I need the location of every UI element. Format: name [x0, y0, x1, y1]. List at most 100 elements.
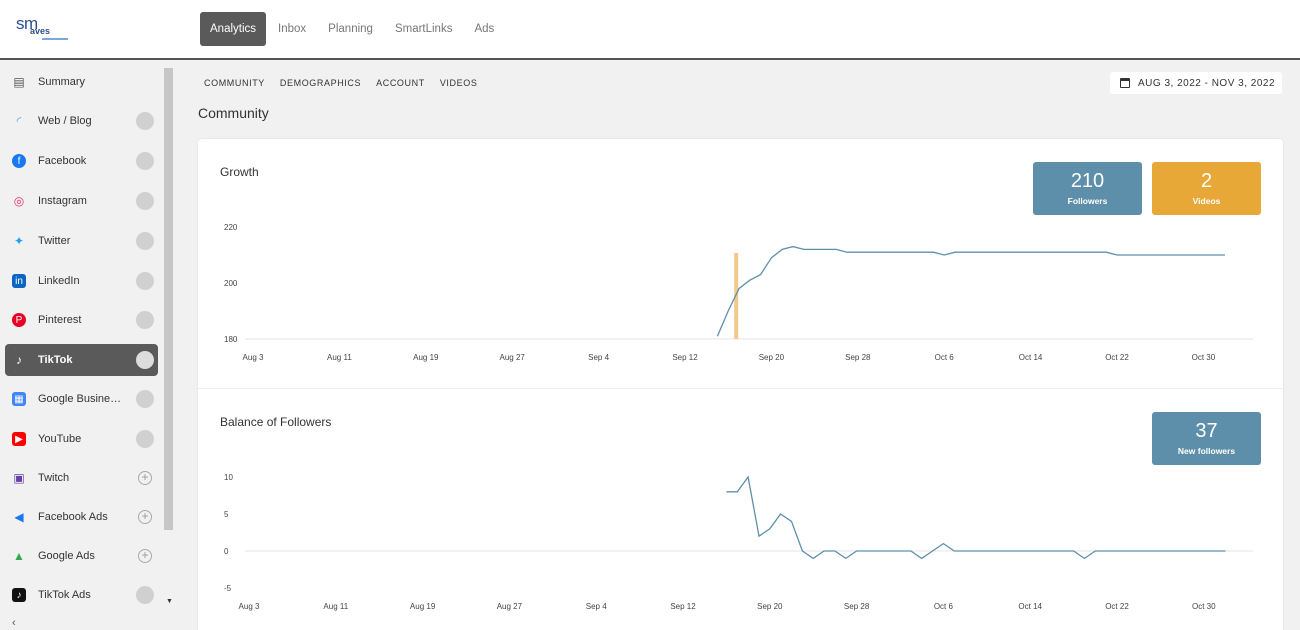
logo-underline [42, 38, 68, 40]
instagram-icon: ◎ [13, 194, 25, 208]
status-dot[interactable] [136, 232, 154, 250]
app-logo[interactable]: sm aves [16, 14, 76, 46]
series-line[interactable] [716, 245, 1225, 337]
subtab-community[interactable]: COMMUNITY [204, 78, 265, 88]
sidebar-item-label: Pinterest [38, 314, 82, 326]
community-card: Growth 210 Followers 2 Videos 180 200 220 A… [198, 139, 1283, 630]
x-tick-label: Sep 4 [588, 353, 609, 362]
x-tick-label: Oct 6 [935, 353, 955, 362]
x-tick-label: Aug 3 [243, 353, 264, 362]
tiktok-icon: ♪ [16, 353, 22, 367]
google-business-icon: ▦ [12, 392, 26, 406]
sidebar-item-twitch[interactable]: ▣ Twitch + [5, 462, 158, 494]
x-tick-label: Aug 11 [323, 602, 348, 611]
add-account-icon[interactable]: + [138, 471, 152, 485]
sidebar-item-label: Web / Blog [38, 115, 92, 127]
x-tick-label: Aug 3 [239, 602, 260, 611]
date-range-picker[interactable]: AUG 3, 2022 - NOV 3, 2022 [1110, 72, 1282, 94]
status-dot[interactable] [136, 192, 154, 210]
x-tick-label: Oct 22 [1105, 602, 1129, 611]
add-account-icon[interactable]: + [138, 549, 152, 563]
sidebar-item-google-business-profile[interactable]: ▦ Google Business Profile [5, 383, 158, 415]
x-tick-label: Sep 12 [670, 602, 696, 611]
sidebar-item-label: Instagram [38, 195, 87, 207]
y-tick-label: 180 [224, 335, 238, 344]
add-account-icon[interactable]: + [138, 510, 152, 524]
status-dot[interactable] [136, 430, 154, 448]
x-tick-label: Aug 11 [327, 353, 352, 362]
x-tick-label: Oct 6 [934, 602, 954, 611]
tab-smartlinks[interactable]: SmartLinks [385, 12, 463, 46]
sidebar-item-twitter[interactable]: ✦ Twitter [5, 225, 158, 257]
sidebar-item-web-blog[interactable]: ◜ Web / Blog [5, 105, 158, 137]
sidebar-item-label: TikTok Ads [38, 589, 91, 601]
sidebar-item-label: Facebook [38, 155, 87, 167]
subtab-account[interactable]: ACCOUNT [376, 78, 425, 88]
google-ads-icon: ▲ [13, 549, 25, 563]
growth-chart: 180 200 220 Aug 3 Aug 11 Aug 19 Aug 27 Sep 4 Sep… [224, 223, 1253, 362]
collapse-sidebar-icon[interactable]: ‹ [12, 617, 16, 629]
scroll-down-icon[interactable]: ▼ [166, 598, 173, 605]
sidebar-item-label: Facebook Ads [38, 511, 108, 523]
status-dot[interactable] [136, 390, 154, 408]
status-dot[interactable] [136, 272, 154, 290]
sidebar: ▤ Summary ◜ Web / Blog f Facebook ◎ Instagram ✦ T… [0, 62, 175, 630]
sidebar-item-tiktok-ads[interactable]: ♪ TikTok Ads [5, 579, 158, 611]
subtab-videos[interactable]: VIDEOS [440, 78, 478, 88]
x-tick-label: Oct 30 [1192, 353, 1216, 362]
clipboard-icon: ▤ [13, 75, 25, 89]
twitch-icon: ▣ [13, 471, 25, 485]
y-tick-label: 5 [224, 510, 229, 519]
sidebar-item-label: LinkedIn [38, 275, 80, 287]
series-line[interactable] [726, 475, 1226, 560]
tab-ads[interactable]: Ads [464, 12, 504, 46]
youtube-icon: ▶ [12, 432, 26, 446]
x-tick-label: Aug 19 [413, 353, 439, 362]
tab-inbox[interactable]: Inbox [268, 12, 316, 46]
status-dot[interactable] [136, 586, 154, 604]
sidebar-item-facebook-ads[interactable]: ◀ Facebook Ads + [5, 501, 158, 533]
calendar-icon [1120, 78, 1130, 88]
tab-analytics[interactable]: Analytics [200, 12, 267, 46]
sidebar-item-label: TikTok [38, 354, 73, 366]
sidebar-item-google-ads[interactable]: ▲ Google Ads + [5, 540, 158, 572]
twitter-icon: ✦ [13, 234, 25, 248]
top-bar: sm aves Analytics Inbox Planning SmartLi… [0, 0, 1300, 60]
sidebar-item-pinterest[interactable]: P Pinterest [5, 304, 158, 336]
x-tick-label: Sep 20 [759, 353, 785, 362]
x-tick-label: Sep 12 [672, 353, 698, 362]
logo-subtext: aves [30, 26, 51, 36]
linkedin-icon: in [12, 274, 26, 288]
x-tick-label: Sep 20 [757, 602, 783, 611]
x-tick-label: Sep 28 [845, 353, 871, 362]
sidebar-item-instagram[interactable]: ◎ Instagram [5, 185, 158, 217]
subtab-demographics[interactable]: DEMOGRAPHICS [280, 78, 361, 88]
pinterest-icon: P [12, 313, 26, 327]
sidebar-item-summary[interactable]: ▤ Summary [5, 66, 158, 98]
x-tick-label: Oct 30 [1192, 602, 1216, 611]
balance-chart: -5 0 5 10 Aug 3 Aug 11 Aug 19 Aug 27 Sep 4 Sep 12… [224, 473, 1253, 611]
sidebar-scrollbar[interactable] [164, 68, 173, 530]
sidebar-item-label: Twitter [38, 235, 71, 247]
sidebar-item-linkedin[interactable]: in LinkedIn [5, 265, 158, 297]
sidebar-item-label: YouTube [38, 433, 82, 445]
page-title: Community [198, 105, 269, 121]
status-dot[interactable] [136, 152, 154, 170]
tab-planning[interactable]: Planning [318, 12, 383, 46]
sidebar-item-youtube[interactable]: ▶ YouTube [5, 423, 158, 455]
sub-nav: COMMUNITY DEMOGRAPHICS ACCOUNT VIDEOS [204, 78, 492, 88]
sidebar-item-facebook[interactable]: f Facebook [5, 145, 158, 177]
x-tick-label: Sep 4 [586, 602, 607, 611]
status-dot[interactable] [136, 351, 154, 369]
x-tick-label: Oct 22 [1105, 353, 1129, 362]
x-tick-label: Aug 27 [500, 353, 526, 362]
rss-icon: ◜ [16, 114, 22, 128]
sidebar-item-tiktok[interactable]: ♪ TikTok [5, 344, 158, 376]
x-tick-label: Aug 19 [410, 602, 436, 611]
y-tick-label: -5 [224, 584, 232, 593]
y-tick-label: 220 [224, 223, 238, 232]
status-dot[interactable] [136, 112, 154, 130]
x-tick-label: Sep 28 [844, 602, 870, 611]
main-nav: Analytics Inbox Planning SmartLinks Ads [200, 12, 506, 46]
status-dot[interactable] [136, 311, 154, 329]
